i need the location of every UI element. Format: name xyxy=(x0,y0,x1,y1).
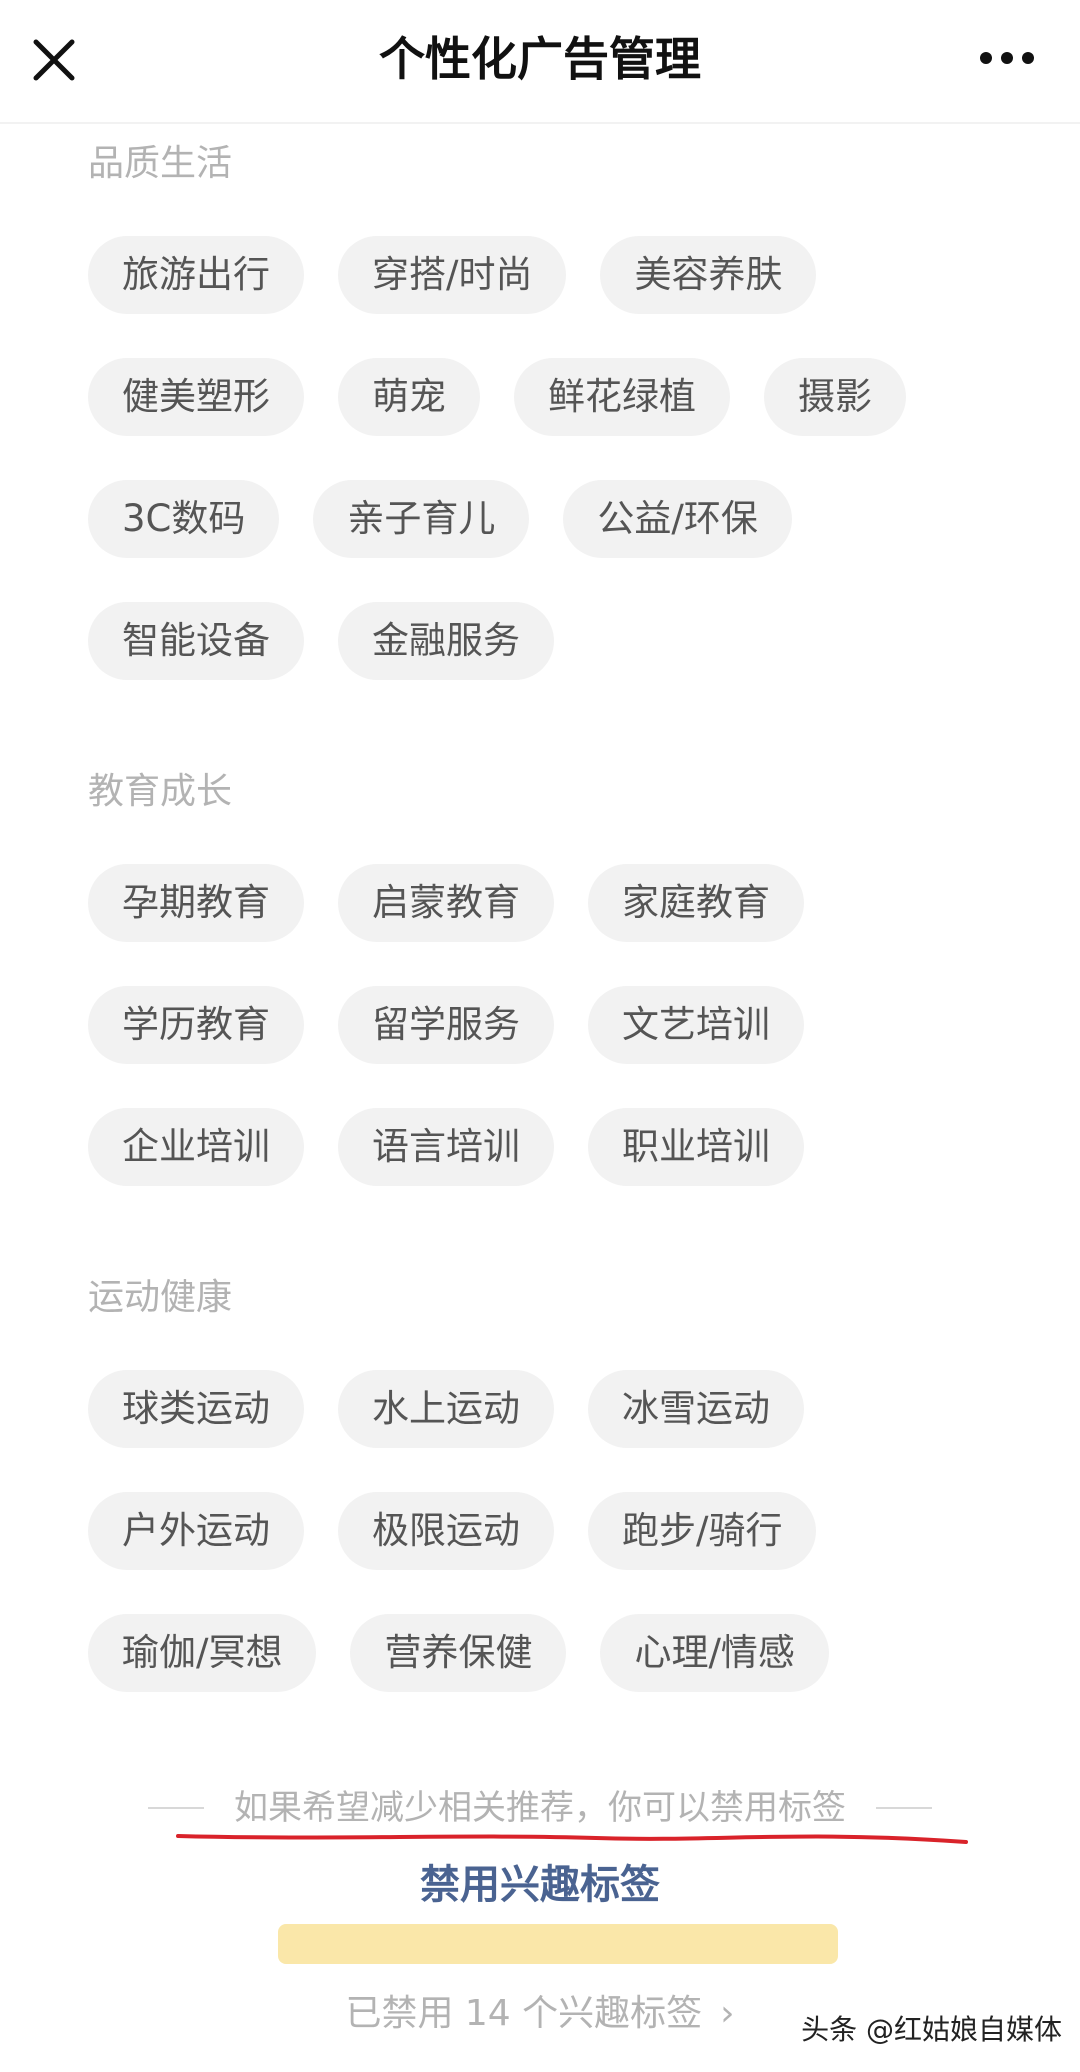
interest-tag[interactable]: 文艺培训 xyxy=(588,986,804,1064)
tag-row: 企业培训 语言培训 职业培训 xyxy=(88,1108,804,1186)
interest-tag[interactable]: 极限运动 xyxy=(338,1492,554,1570)
interest-tag[interactable]: 家庭教育 xyxy=(588,864,804,942)
yellow-highlight-annotation xyxy=(278,1924,838,1964)
red-annotation-underline xyxy=(176,1834,968,1844)
interest-tag[interactable]: 3C数码 xyxy=(88,480,280,558)
watermark: 头条 @红姑娘自媒体 xyxy=(801,2013,1062,2046)
interest-tag[interactable]: 学历教育 xyxy=(88,986,304,1064)
interest-tag[interactable]: 智能设备 xyxy=(88,602,304,680)
tag-row: 智能设备 金融服务 xyxy=(88,602,554,680)
tag-row: 3C数码 亲子育儿 公益/环保 xyxy=(88,480,792,558)
interest-tag[interactable]: 职业培训 xyxy=(588,1108,804,1186)
tag-row: 孕期教育 启蒙教育 家庭教育 xyxy=(88,864,804,942)
more-options-icon[interactable] xyxy=(972,30,1042,86)
interest-tag[interactable]: 语言培训 xyxy=(338,1108,554,1186)
tag-row: 户外运动 极限运动 跑步/骑行 xyxy=(88,1492,817,1570)
interest-tag[interactable]: 心理/情感 xyxy=(600,1614,829,1692)
interest-tag[interactable]: 金融服务 xyxy=(338,602,554,680)
interest-tag[interactable]: 冰雪运动 xyxy=(588,1370,804,1448)
chevron-right-icon: › xyxy=(720,1993,735,2034)
section-title-quality-life: 品质生活 xyxy=(88,143,233,184)
tag-row: 健美塑形 萌宠 鲜花绿植 摄影 xyxy=(88,358,906,436)
section-title-sports-health: 运动健康 xyxy=(88,1277,233,1318)
interest-tag[interactable]: 健美塑形 xyxy=(88,358,304,436)
interest-tag[interactable]: 球类运动 xyxy=(88,1370,304,1448)
section-title-education: 教育成长 xyxy=(88,771,233,812)
interest-tag[interactable]: 摄影 xyxy=(764,358,906,436)
interest-tag[interactable]: 穿搭/时尚 xyxy=(338,236,567,314)
interest-tag[interactable]: 鲜花绿植 xyxy=(514,358,730,436)
interest-tag[interactable]: 跑步/骑行 xyxy=(588,1492,817,1570)
tag-row: 旅游出行 穿搭/时尚 美容养肤 xyxy=(88,236,817,314)
interest-tag[interactable]: 亲子育儿 xyxy=(313,480,530,558)
tag-row: 瑜伽/冥想 营养保健 心理/情感 xyxy=(88,1614,829,1692)
interest-tag[interactable]: 美容养肤 xyxy=(600,236,817,314)
top-bar: 个性化广告管理 xyxy=(0,0,1080,124)
disabled-count-text: 已禁用 14 个兴趣标签 xyxy=(345,1993,703,2034)
interest-tag[interactable]: 萌宠 xyxy=(338,358,480,436)
interest-tag[interactable]: 企业培训 xyxy=(88,1108,304,1186)
interest-tag[interactable]: 旅游出行 xyxy=(88,236,304,314)
interest-tag[interactable]: 营养保健 xyxy=(350,1614,567,1692)
interest-tag[interactable]: 孕期教育 xyxy=(88,864,304,942)
page-title: 个性化广告管理 xyxy=(379,32,701,86)
interest-tag[interactable]: 启蒙教育 xyxy=(338,864,554,942)
interest-tag[interactable]: 瑜伽/冥想 xyxy=(88,1614,317,1692)
interest-tag[interactable]: 水上运动 xyxy=(338,1370,554,1448)
tag-row: 学历教育 留学服务 文艺培训 xyxy=(88,986,804,1064)
interest-tag[interactable]: 留学服务 xyxy=(338,986,554,1064)
tag-row: 球类运动 水上运动 冰雪运动 xyxy=(88,1370,804,1448)
interest-tag[interactable]: 户外运动 xyxy=(88,1492,304,1570)
disable-interest-tags-link[interactable]: 禁用兴趣标签 xyxy=(0,1856,1080,1914)
interest-tag[interactable]: 公益/环保 xyxy=(563,480,792,558)
divider xyxy=(876,1807,932,1809)
divider xyxy=(148,1807,204,1809)
